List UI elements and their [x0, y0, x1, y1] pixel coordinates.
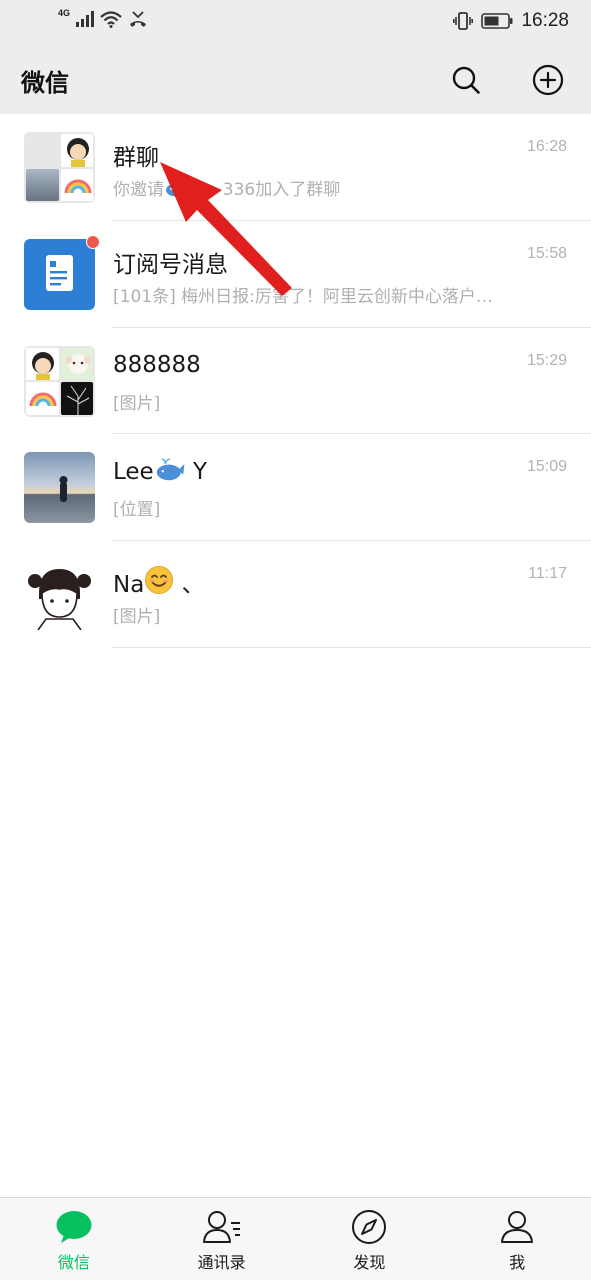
chat-preview: [图片]	[113, 607, 161, 628]
tab-label: 通讯录	[197, 1253, 246, 1272]
chat-name-prefix: Na	[113, 572, 145, 599]
avatar-cell-cartoon-girl	[60, 134, 93, 167]
chat-list: 群聊 16:28 你邀请 Y、336加入了群聊 订阅号消息 15:58 [101…	[0, 114, 591, 648]
battery-icon	[481, 13, 513, 29]
preview-text-prefix: 你邀请	[113, 180, 164, 200]
chat-name: 订阅号消息	[113, 251, 228, 278]
subscription-avatar	[24, 238, 95, 310]
chat-item-group[interactable]: 群聊 16:28 你邀请 Y、336加入了群聊	[0, 114, 591, 221]
avatar-cell-sheep	[60, 347, 93, 381]
row-divider	[112, 646, 591, 648]
chat-preview: [图片]	[113, 393, 161, 414]
top-header: 微信	[0, 44, 591, 114]
contact-avatar	[24, 559, 95, 631]
chat-name: 群聊	[113, 145, 159, 171]
plus-circle-icon	[532, 64, 564, 96]
chat-item-888888[interactable]: 888888 15:29 [图片]	[0, 328, 591, 435]
chat-name: Na 、	[113, 565, 205, 599]
tab-label: 微信	[57, 1253, 90, 1272]
search-icon	[452, 66, 480, 94]
tab-label: 我	[509, 1253, 526, 1272]
tab-me[interactable]: 我	[443, 1198, 591, 1280]
compass-icon	[352, 1210, 387, 1244]
chat-time: 15:58	[526, 244, 567, 262]
group-avatar	[24, 345, 95, 417]
bottom-tab-bar: 微信 通讯录 发现 我	[0, 1197, 591, 1280]
avatar-cell-dark-photo	[60, 382, 93, 415]
chat-name-suffix: 、	[174, 572, 205, 599]
avatar-cell-rainbow	[60, 168, 93, 201]
chat-preview: [位置]	[113, 500, 161, 521]
chat-preview: 你邀请 Y、336加入了群聊	[113, 175, 505, 200]
smiley-emoji-icon	[145, 566, 174, 595]
contact-avatar	[24, 452, 95, 524]
chat-time: 16:28	[526, 138, 567, 155]
wifi-icon	[100, 10, 122, 28]
network-type-label: 4G	[58, 8, 71, 18]
avatar-cell-rainbow	[26, 382, 59, 415]
chat-item-lee-y[interactable]: Lee Y 15:09 [位置]	[0, 434, 591, 542]
signal-icon	[76, 11, 95, 27]
chat-time: 15:29	[526, 351, 567, 369]
chat-name-prefix: Lee	[113, 459, 154, 486]
chat-name: Lee Y	[113, 458, 207, 485]
document-icon	[46, 254, 73, 291]
chat-item-subscriptions[interactable]: 订阅号消息 15:58 [101条] 梅州日报:厉害了！阿里云创新中心落户梅州	[0, 221, 591, 328]
status-bar: 4G 16:28	[0, 0, 591, 44]
tab-discover[interactable]: 发现	[296, 1198, 444, 1280]
avatar-cell-cartoon-girl	[26, 347, 59, 381]
whale-emoji-icon	[166, 178, 189, 197]
tab-contacts[interactable]: 通讯录	[148, 1198, 296, 1280]
search-button[interactable]	[449, 63, 483, 97]
clock: 16:28	[521, 10, 569, 31]
person-icon	[501, 1211, 534, 1243]
cartoon-girl-icon	[28, 569, 91, 631]
chat-item-na[interactable]: Na 、 11:17 [图片]	[0, 541, 591, 648]
avatar-cell-empty	[26, 134, 59, 167]
chat-name: 888888	[113, 351, 201, 378]
missed-call-icon	[130, 11, 147, 27]
chat-time: 15:09	[526, 458, 567, 476]
unread-dot	[86, 234, 100, 249]
tab-label: 发现	[353, 1253, 386, 1272]
vibrate-icon	[453, 12, 474, 30]
contacts-icon	[202, 1211, 240, 1243]
tab-weixin[interactable]: 微信	[0, 1198, 148, 1280]
chat-bubble-icon	[56, 1211, 92, 1243]
chat-time: 11:17	[528, 565, 567, 583]
add-button[interactable]	[531, 63, 565, 97]
whale-emoji-icon	[156, 458, 185, 481]
chat-preview: [101条] 梅州日报:厉害了！阿里云创新中心落户梅州	[113, 286, 505, 307]
avatar-cell-photo	[26, 168, 59, 201]
preview-text-suffix: Y、336加入了群聊	[190, 180, 341, 200]
group-avatar	[24, 132, 95, 203]
chat-name-suffix: Y	[185, 459, 208, 486]
page-title: 微信	[21, 69, 69, 97]
